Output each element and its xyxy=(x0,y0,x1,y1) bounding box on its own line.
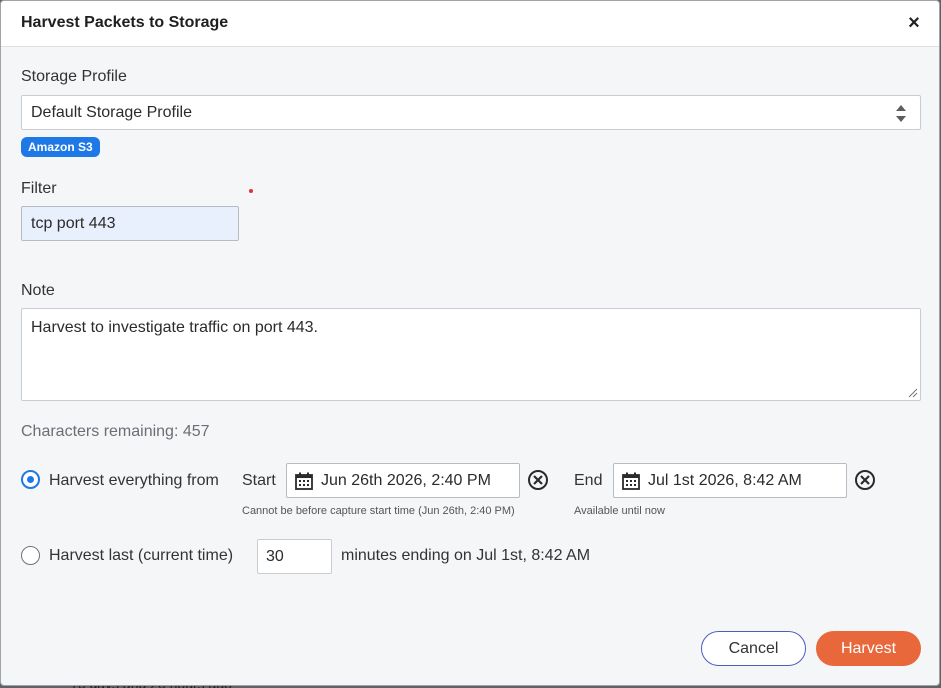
storage-profile-value: Default Storage Profile xyxy=(31,104,192,121)
start-date-picker[interactable]: Jun 26th 2026, 2:40 PM xyxy=(286,463,520,498)
sort-arrows-icon xyxy=(896,105,906,122)
storage-type-badge: Amazon S3 xyxy=(21,137,100,157)
dialog-header: Harvest Packets to Storage × xyxy=(1,1,939,47)
calendar-icon xyxy=(295,472,313,490)
harvest-dialog: Harvest Packets to Storage × Storage Pro… xyxy=(0,0,940,686)
start-label: Start xyxy=(242,472,276,489)
filter-label: Filter xyxy=(21,180,57,197)
clear-start-icon[interactable] xyxy=(527,469,549,491)
required-indicator xyxy=(249,189,253,193)
calendar-icon xyxy=(622,472,640,490)
note-textarea[interactable]: Harvest to investigate traffic on port 4… xyxy=(21,308,921,401)
dialog-title: Harvest Packets to Storage xyxy=(21,14,229,31)
minutes-input[interactable] xyxy=(257,539,332,574)
note-label: Note xyxy=(21,282,55,299)
end-date-picker[interactable]: Jul 1st 2026, 8:42 AM xyxy=(613,463,847,498)
harvest-button[interactable]: Harvest xyxy=(816,631,921,666)
resize-handle-icon[interactable] xyxy=(908,388,918,398)
harvest-last-label: Harvest last (current time) xyxy=(49,547,234,564)
storage-profile-label: Storage Profile xyxy=(21,68,127,85)
harvest-last-radio[interactable] xyxy=(21,546,40,565)
close-icon[interactable]: × xyxy=(905,13,923,33)
cancel-button[interactable]: Cancel xyxy=(701,631,806,666)
start-date-hint: Cannot be before capture start time (Jun… xyxy=(242,505,515,517)
clear-end-icon[interactable] xyxy=(854,469,876,491)
end-date-value: Jul 1st 2026, 8:42 AM xyxy=(648,472,802,489)
end-date-hint: Available until now xyxy=(574,505,665,517)
start-date-value: Jun 26th 2026, 2:40 PM xyxy=(321,472,491,489)
minutes-suffix: minutes ending on Jul 1st, 8:42 AM xyxy=(341,547,591,564)
filter-input[interactable] xyxy=(21,206,239,241)
end-label: End xyxy=(574,472,603,489)
storage-profile-select[interactable]: Default Storage Profile xyxy=(21,95,921,130)
harvest-range-label: Harvest everything from xyxy=(49,472,219,489)
characters-remaining: Characters remaining: 457 xyxy=(21,423,210,440)
harvest-range-radio[interactable] xyxy=(21,470,40,489)
